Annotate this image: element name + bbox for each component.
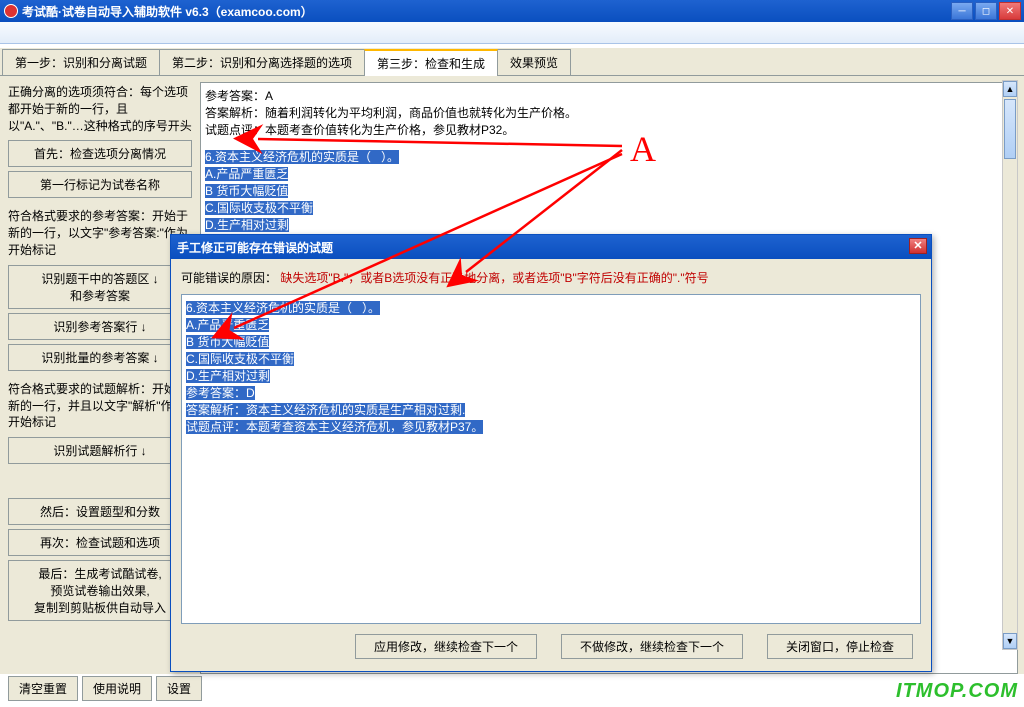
editor-line: 试题点评：本题考查资本主义经济危机，参见教材P37。 xyxy=(186,420,483,434)
highlighted-text: D.生产相对过剩 xyxy=(205,218,289,232)
btn-identify-answer-line[interactable]: 识别参考答案行 ↓ xyxy=(8,313,192,340)
sidebar-desc-2: 符合格式要求的参考答案：开始于新的一行，以文字"参考答案:"作为开始标记 xyxy=(8,208,192,258)
btn-skip-next[interactable]: 不做修改，继续检查下一个 xyxy=(561,634,743,659)
watermark: ITMOP.COM xyxy=(896,680,1018,703)
highlighted-text: B 货币大幅贬值 xyxy=(205,184,288,198)
btn-close-stop[interactable]: 关闭窗口，停止检查 xyxy=(767,634,913,659)
sidebar-desc-3: 符合格式要求的试题解析：开始于新的一行，并且以文字"解析"作为开始标记 xyxy=(8,381,192,431)
dialog-button-row: 应用修改，继续检查下一个 不做修改，继续检查下一个 关闭窗口，停止检查 xyxy=(181,634,921,659)
highlighted-text: C.国际收支极不平衡 xyxy=(205,201,313,215)
btn-settings[interactable]: 设置 xyxy=(156,676,202,701)
reason-label: 可能错误的原因： xyxy=(181,271,277,285)
content-line: 答案解析：随着利润转化为平均利润，商品价值也就转化为生产价格。 xyxy=(205,104,1013,121)
window-titlebar: 考试酷·试卷自动导入辅助软件 v6.3（examcoo.com） ─ ◻ ✕ xyxy=(0,0,1024,22)
editor-line: B 货币大幅贬值 xyxy=(186,335,269,349)
tab-strip: 第一步：识别和分离试题 第二步：识别和分离选择题的选项 第三步：检查和生成 效果… xyxy=(0,48,1024,76)
editor-line: 答案解析：资本主义经济危机的实质是生产相对过剩. xyxy=(186,403,465,417)
window-controls: ─ ◻ ✕ xyxy=(951,2,1021,20)
bottom-toolbar: 清空重置 使用说明 设置 xyxy=(8,676,202,701)
correction-dialog: 手工修正可能存在错误的试题 ✕ 可能错误的原因： 缺失选项"B."，或者B选项没… xyxy=(170,234,932,672)
editor-line: 参考答案：D xyxy=(186,386,255,400)
btn-first-line-title[interactable]: 第一行标记为试卷名称 xyxy=(8,171,192,198)
editor-line: A.产品严重匮乏 xyxy=(186,318,269,332)
content-line: 试题点评：本题考查价值转化为生产价格，参见教材P32。 xyxy=(205,121,1013,138)
btn-check-options[interactable]: 首先：检查选项分离情况 xyxy=(8,140,192,167)
dialog-titlebar: 手工修正可能存在错误的试题 ✕ xyxy=(171,235,931,259)
btn-identify-batch-answers[interactable]: 识别批量的参考答案 ↓ xyxy=(8,344,192,371)
dialog-reason: 可能错误的原因： 缺失选项"B."，或者B选项没有正确地分离，或者选项"B"字符… xyxy=(181,269,921,286)
reason-text: 缺失选项"B."，或者B选项没有正确地分离，或者选项"B"字符后没有正确的"."… xyxy=(280,271,708,285)
highlighted-text: A.产品严重匮乏 xyxy=(205,167,288,181)
btn-check-questions[interactable]: 再次：检查试题和选项 xyxy=(8,529,192,556)
dialog-body: 可能错误的原因： 缺失选项"B."，或者B选项没有正确地分离，或者选项"B"字符… xyxy=(171,259,931,669)
window-title: 考试酷·试卷自动导入辅助软件 v6.3（examcoo.com） xyxy=(22,3,313,20)
tab-preview[interactable]: 效果预览 xyxy=(497,49,571,75)
content-line: 参考答案：A xyxy=(205,87,1013,104)
btn-instructions[interactable]: 使用说明 xyxy=(82,676,152,701)
close-button[interactable]: ✕ xyxy=(999,2,1021,20)
btn-identify-analysis[interactable]: 识别试题解析行 ↓ xyxy=(8,437,192,464)
dialog-title-text: 手工修正可能存在错误的试题 xyxy=(177,239,333,256)
editor-line: 6.资本主义经济危机的实质是（ ）。 xyxy=(186,301,380,315)
vertical-scrollbar[interactable]: ▲ ▼ xyxy=(1002,80,1018,650)
btn-generate[interactable]: 最后：生成考试酷试卷, 预览试卷输出效果, 复制到剪贴板供自动导入 xyxy=(8,560,192,621)
dialog-close-button[interactable]: ✕ xyxy=(909,238,927,254)
editor-line: D.生产相对过剩 xyxy=(186,369,270,383)
scroll-down-arrow[interactable]: ▼ xyxy=(1003,633,1017,649)
sidebar-desc-1: 正确分离的选项须符合：每个选项都开始于新的一行，且以"A."、"B."…这种格式… xyxy=(8,84,192,134)
btn-clear-reset[interactable]: 清空重置 xyxy=(8,676,78,701)
tab-step1[interactable]: 第一步：识别和分离试题 xyxy=(2,49,160,75)
dialog-content-editor[interactable]: 6.资本主义经济危机的实质是（ ）。 A.产品严重匮乏 B 货币大幅贬值 C.国… xyxy=(181,294,921,624)
editor-line: C.国际收支极不平衡 xyxy=(186,352,294,366)
tab-step3[interactable]: 第三步：检查和生成 xyxy=(364,49,498,76)
menubar xyxy=(0,22,1024,44)
btn-identify-answer-area[interactable]: 识别题干中的答题区 ↓ 和参考答案 xyxy=(8,265,192,309)
minimize-button[interactable]: ─ xyxy=(951,2,973,20)
scroll-up-arrow[interactable]: ▲ xyxy=(1003,81,1017,97)
btn-set-type-score[interactable]: 然后：设置题型和分数 xyxy=(8,498,192,525)
tab-step2[interactable]: 第二步：识别和分离选择题的选项 xyxy=(159,49,365,75)
highlighted-text: 6.资本主义经济危机的实质是（ ）。 xyxy=(205,150,399,164)
maximize-button[interactable]: ◻ xyxy=(975,2,997,20)
btn-apply-next[interactable]: 应用修改，继续检查下一个 xyxy=(355,634,537,659)
app-icon xyxy=(4,4,18,18)
scroll-thumb[interactable] xyxy=(1004,99,1016,159)
